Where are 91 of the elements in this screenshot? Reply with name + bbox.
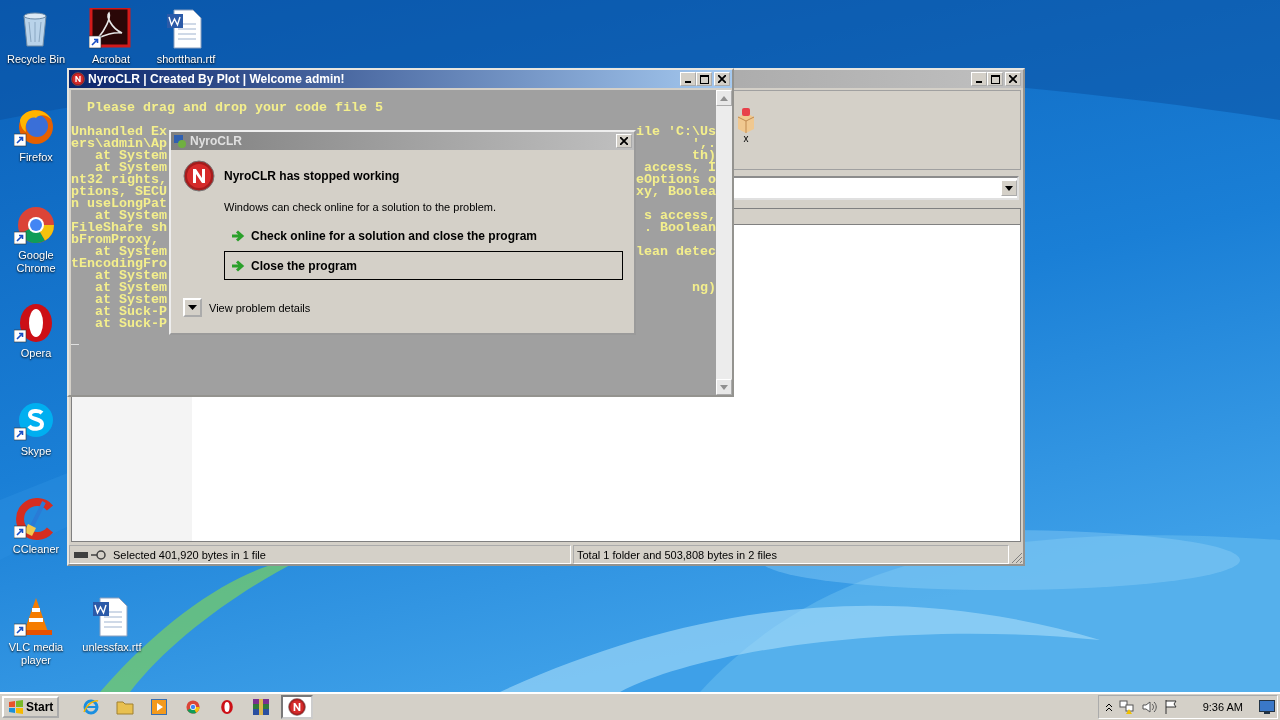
app-logo-icon [71,72,85,86]
arrow-icon [231,230,245,242]
close-button[interactable] [1005,72,1021,86]
arrow-icon [231,259,245,272]
expand-button[interactable] [183,298,202,317]
start-button[interactable]: Start [2,696,60,718]
console-text: at System [94,282,167,294]
taskbar-button[interactable] [281,695,314,719]
dialog-heading: NyroCLR has stopped working [224,169,400,183]
archive-icon [252,698,271,716]
desktop-icon-label[interactable]: CCleaner [12,543,60,556]
maximize-icon [699,74,709,84]
console-text: Unhandled Ex [71,126,167,138]
close-button[interactable] [714,72,730,86]
console-text: ptions, SECU [71,186,167,198]
console-text: . Boolean [644,222,716,234]
status-text: Selected 401,920 bytes in 1 file [113,548,266,561]
windows-logo-icon [8,700,24,714]
console-text: access, I [644,162,716,174]
opera-icon [219,699,236,715]
console-text: xy, Boolea [636,186,716,198]
browser-icon [82,698,101,716]
desktop-icon-label[interactable]: Google Chrome [6,249,66,275]
scroll-down-button[interactable] [716,379,732,395]
command-link[interactable]: Close the program [224,251,623,280]
maximize-button[interactable] [696,72,712,86]
console-text: eOptions o [636,174,716,186]
desktop-icon-label[interactable]: Opera [20,347,52,360]
folder-icon [116,699,135,715]
console-text: s access, [644,210,716,222]
caret-icon [1005,185,1013,191]
maximize-button[interactable] [987,72,1003,86]
console-text: nt32 rights, [71,174,167,186]
media-player-icon [151,699,168,715]
console-text: at System [95,270,167,282]
package-icon[interactable] [736,107,756,133]
console-text: ile 'C:\Us [636,126,716,138]
console-text: at System [95,150,167,162]
desktop-icon-label[interactable]: VLC media player [6,641,66,667]
caret-up-icon [720,95,728,101]
console-text: Please drag and drop your code file 5 [86,102,383,114]
drive-icon [73,549,109,560]
console-text: th) [692,150,716,162]
desktop-icon-label[interactable]: Skype [20,445,52,458]
minimize-button[interactable] [971,72,987,86]
console-text: at System [94,294,167,306]
caret-down-icon [720,384,728,390]
app-window-icon [173,134,187,148]
show-desktop-icon[interactable] [1259,700,1275,714]
console-text: FileShare sh [71,222,167,234]
dropdown-button[interactable] [1001,180,1017,196]
details-label: View problem details [209,301,311,314]
console-text: at System [95,162,167,174]
console-text: bFromProxy, [71,234,159,246]
console-text: at System [95,210,167,222]
caret-down-icon [188,305,197,310]
minimize-button[interactable] [680,72,696,86]
console-text: at Suck-P [94,318,167,330]
console-text: tEncodingFro [71,258,167,270]
console-text: ng) [692,282,716,294]
app-logo-icon [288,698,307,716]
desktop-icon-label[interactable]: Recycle Bin [6,53,66,66]
close-icon [1009,75,1017,83]
close-button[interactable] [616,134,632,148]
chevron-up-icon[interactable] [1104,702,1113,712]
console-text: n useLongPat [71,198,167,210]
status-text: Total 1 folder and 503,808 bytes in 2 files [577,548,777,561]
toolbar-label: x [743,133,749,145]
dialog-title: NyroCLR [190,134,243,148]
close-icon [620,137,628,145]
console-text: ',. [692,138,716,150]
flag-icon[interactable] [1162,699,1179,715]
console-text: ers\admin\Ap [71,138,167,150]
resize-grip-icon[interactable] [1011,552,1023,564]
console-text: at Suck-P [94,306,167,318]
console-text: lean detec [636,246,716,258]
console-cursor: _ [71,334,79,346]
clock[interactable]: 9:36 AM [1202,701,1243,713]
desktop-icon-label[interactable]: Firefox [19,151,53,164]
close-icon [718,75,726,83]
desktop-icon-label[interactable]: shortthan.rtf [156,53,216,66]
app-logo-icon [183,160,215,192]
desktop-icon-label[interactable]: Acrobat [92,53,130,66]
network-icon[interactable] [1118,699,1135,715]
chrome-icon [185,699,202,715]
dialog-message: Windows can check online for a solution to the problem. [224,201,498,213]
command-link[interactable]: Check online for a solution and close the program [224,225,623,247]
speaker-icon[interactable] [1140,699,1157,715]
maximize-icon [990,74,1000,84]
console-text: at System [95,246,167,258]
window-title: NyroCLR | Created By Plot | Welcome admin! [88,72,346,86]
